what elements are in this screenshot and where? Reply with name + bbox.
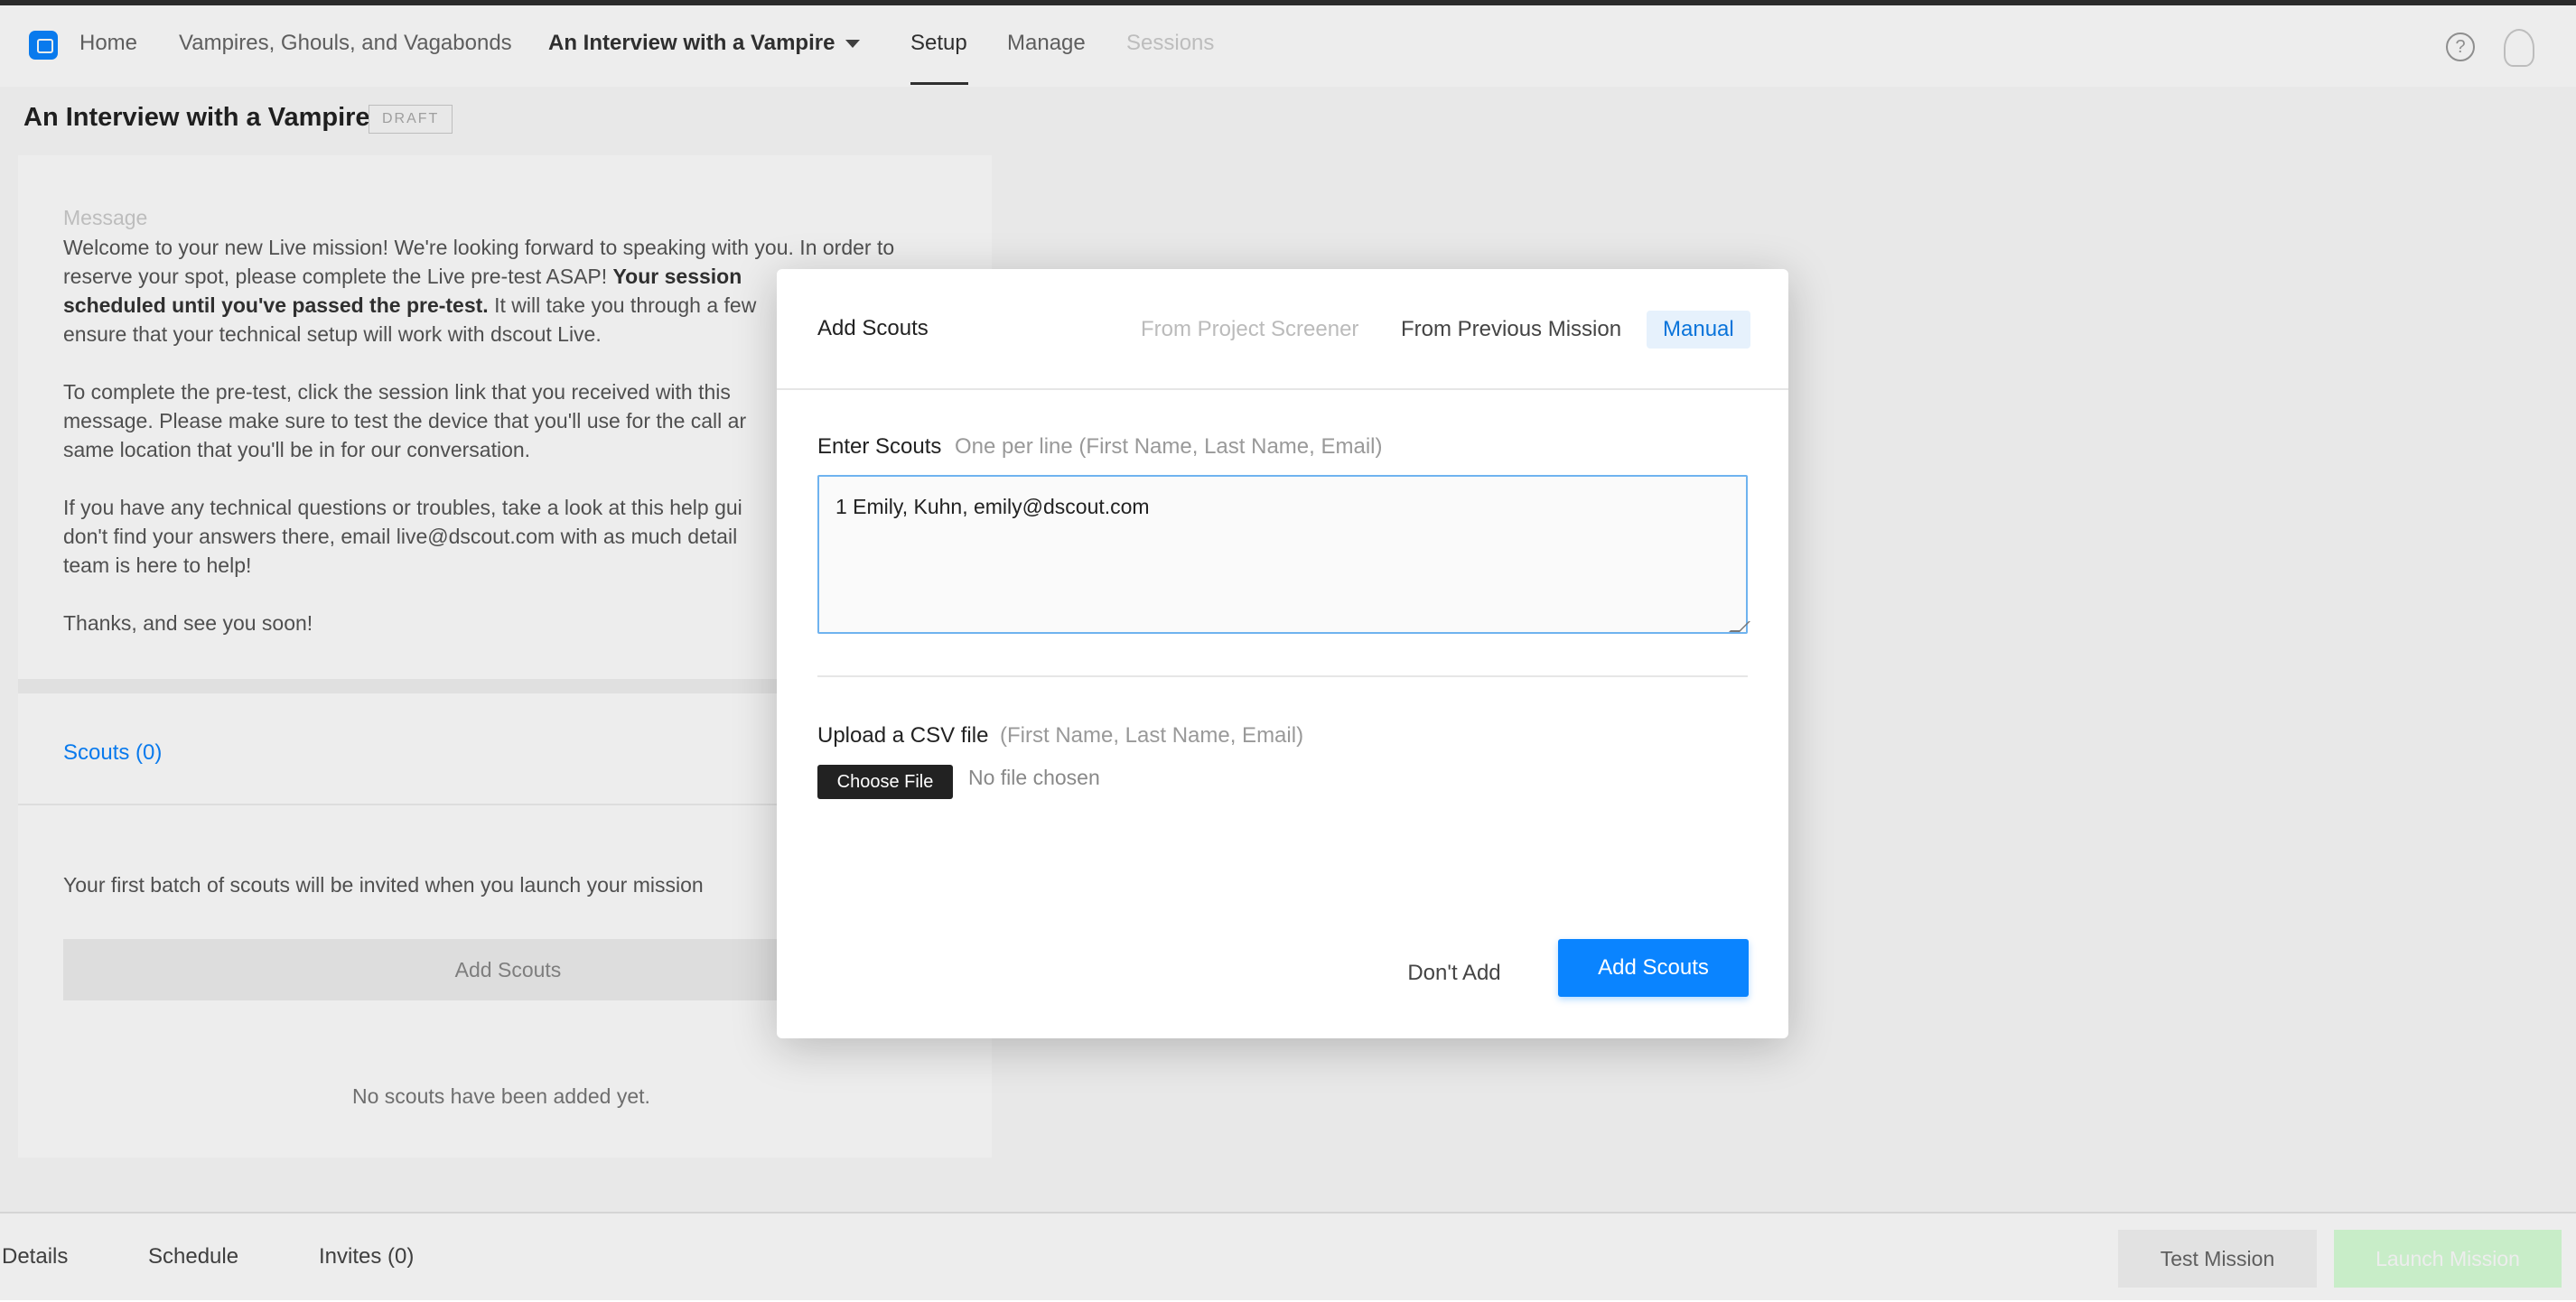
file-status-text: No file chosen <box>968 766 1100 789</box>
modal-section-divider <box>817 675 1748 677</box>
add-scouts-button[interactable]: Add Scouts <box>1558 939 1749 997</box>
modal-title: Add Scouts <box>817 316 929 340</box>
upload-csv-hint: (First Name, Last Name, Email) <box>1000 723 1304 748</box>
upload-csv-label: Upload a CSV file <box>817 723 989 748</box>
dont-add-button[interactable]: Don't Add <box>1391 955 1517 991</box>
choose-file-button[interactable]: Choose File <box>817 765 953 799</box>
modal-header-divider <box>777 388 1788 390</box>
enter-scouts-label: Enter Scouts <box>817 434 942 459</box>
tab-from-project-screener[interactable]: From Project Screener <box>1125 311 1375 349</box>
scouts-textarea[interactable]: 1 Emily, Kuhn, emily@dscout.com <box>817 475 1748 634</box>
tab-from-previous-mission[interactable]: From Previous Mission <box>1385 311 1638 349</box>
tab-manual[interactable]: Manual <box>1647 311 1750 349</box>
enter-scouts-hint: One per line (First Name, Last Name, Ema… <box>955 434 1383 459</box>
add-scouts-modal: Add Scouts From Project Screener From Pr… <box>777 269 1788 1038</box>
